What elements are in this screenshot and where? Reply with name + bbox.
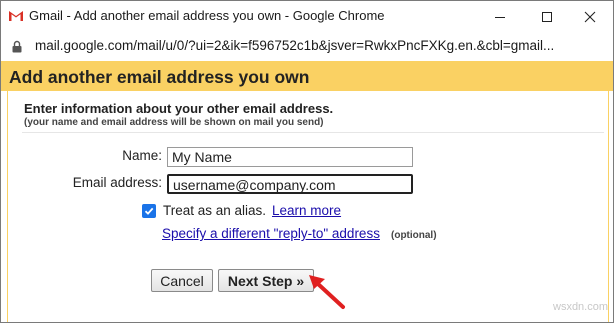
intro-heading: Enter information about your other email… [24, 101, 334, 116]
reply-to-link[interactable]: Specify a different "reply-to" address [162, 226, 380, 241]
intro-note: (your name and email address will be sho… [24, 117, 324, 128]
window-title: Gmail - Add another email address you ow… [29, 8, 385, 23]
title-bar: Gmail - Add another email address you ow… [1, 1, 613, 32]
name-field[interactable]: My Name [167, 147, 413, 167]
browser-window: Gmail - Add another email address you ow… [0, 0, 614, 323]
watermark: wsxdn.com [553, 301, 609, 313]
close-icon [584, 11, 596, 22]
lock-icon[interactable] [12, 40, 22, 53]
maximize-icon [542, 11, 552, 22]
minimize-icon [495, 16, 505, 18]
checkmark-icon [144, 207, 154, 215]
optional-note: (optional) [391, 230, 437, 241]
alias-label: Treat as an alias. [163, 203, 267, 218]
gmail-icon [9, 11, 23, 21]
email-label: Email address: [72, 175, 162, 190]
url-field[interactable]: mail.google.com/mail/u/0/?ui=2&ik=f59675… [35, 38, 554, 53]
email-field[interactable]: username@company.com [167, 174, 413, 194]
learn-more-link[interactable]: Learn more [272, 203, 341, 218]
name-label: Name: [122, 148, 162, 163]
close-button[interactable] [568, 1, 612, 32]
divider [22, 132, 604, 133]
cancel-button[interactable]: Cancel [151, 269, 213, 292]
dialog-title: Add another email address you own [9, 67, 310, 87]
minimize-button[interactable] [478, 1, 522, 32]
maximize-button[interactable] [525, 1, 569, 32]
next-step-button[interactable]: Next Step » [218, 269, 314, 292]
alias-checkbox[interactable] [142, 204, 156, 218]
pointer-arrow-icon [309, 275, 345, 309]
address-bar: mail.google.com/mail/u/0/?ui=2&ik=f59675… [1, 32, 613, 62]
dialog-header: Add another email address you own [1, 61, 613, 91]
